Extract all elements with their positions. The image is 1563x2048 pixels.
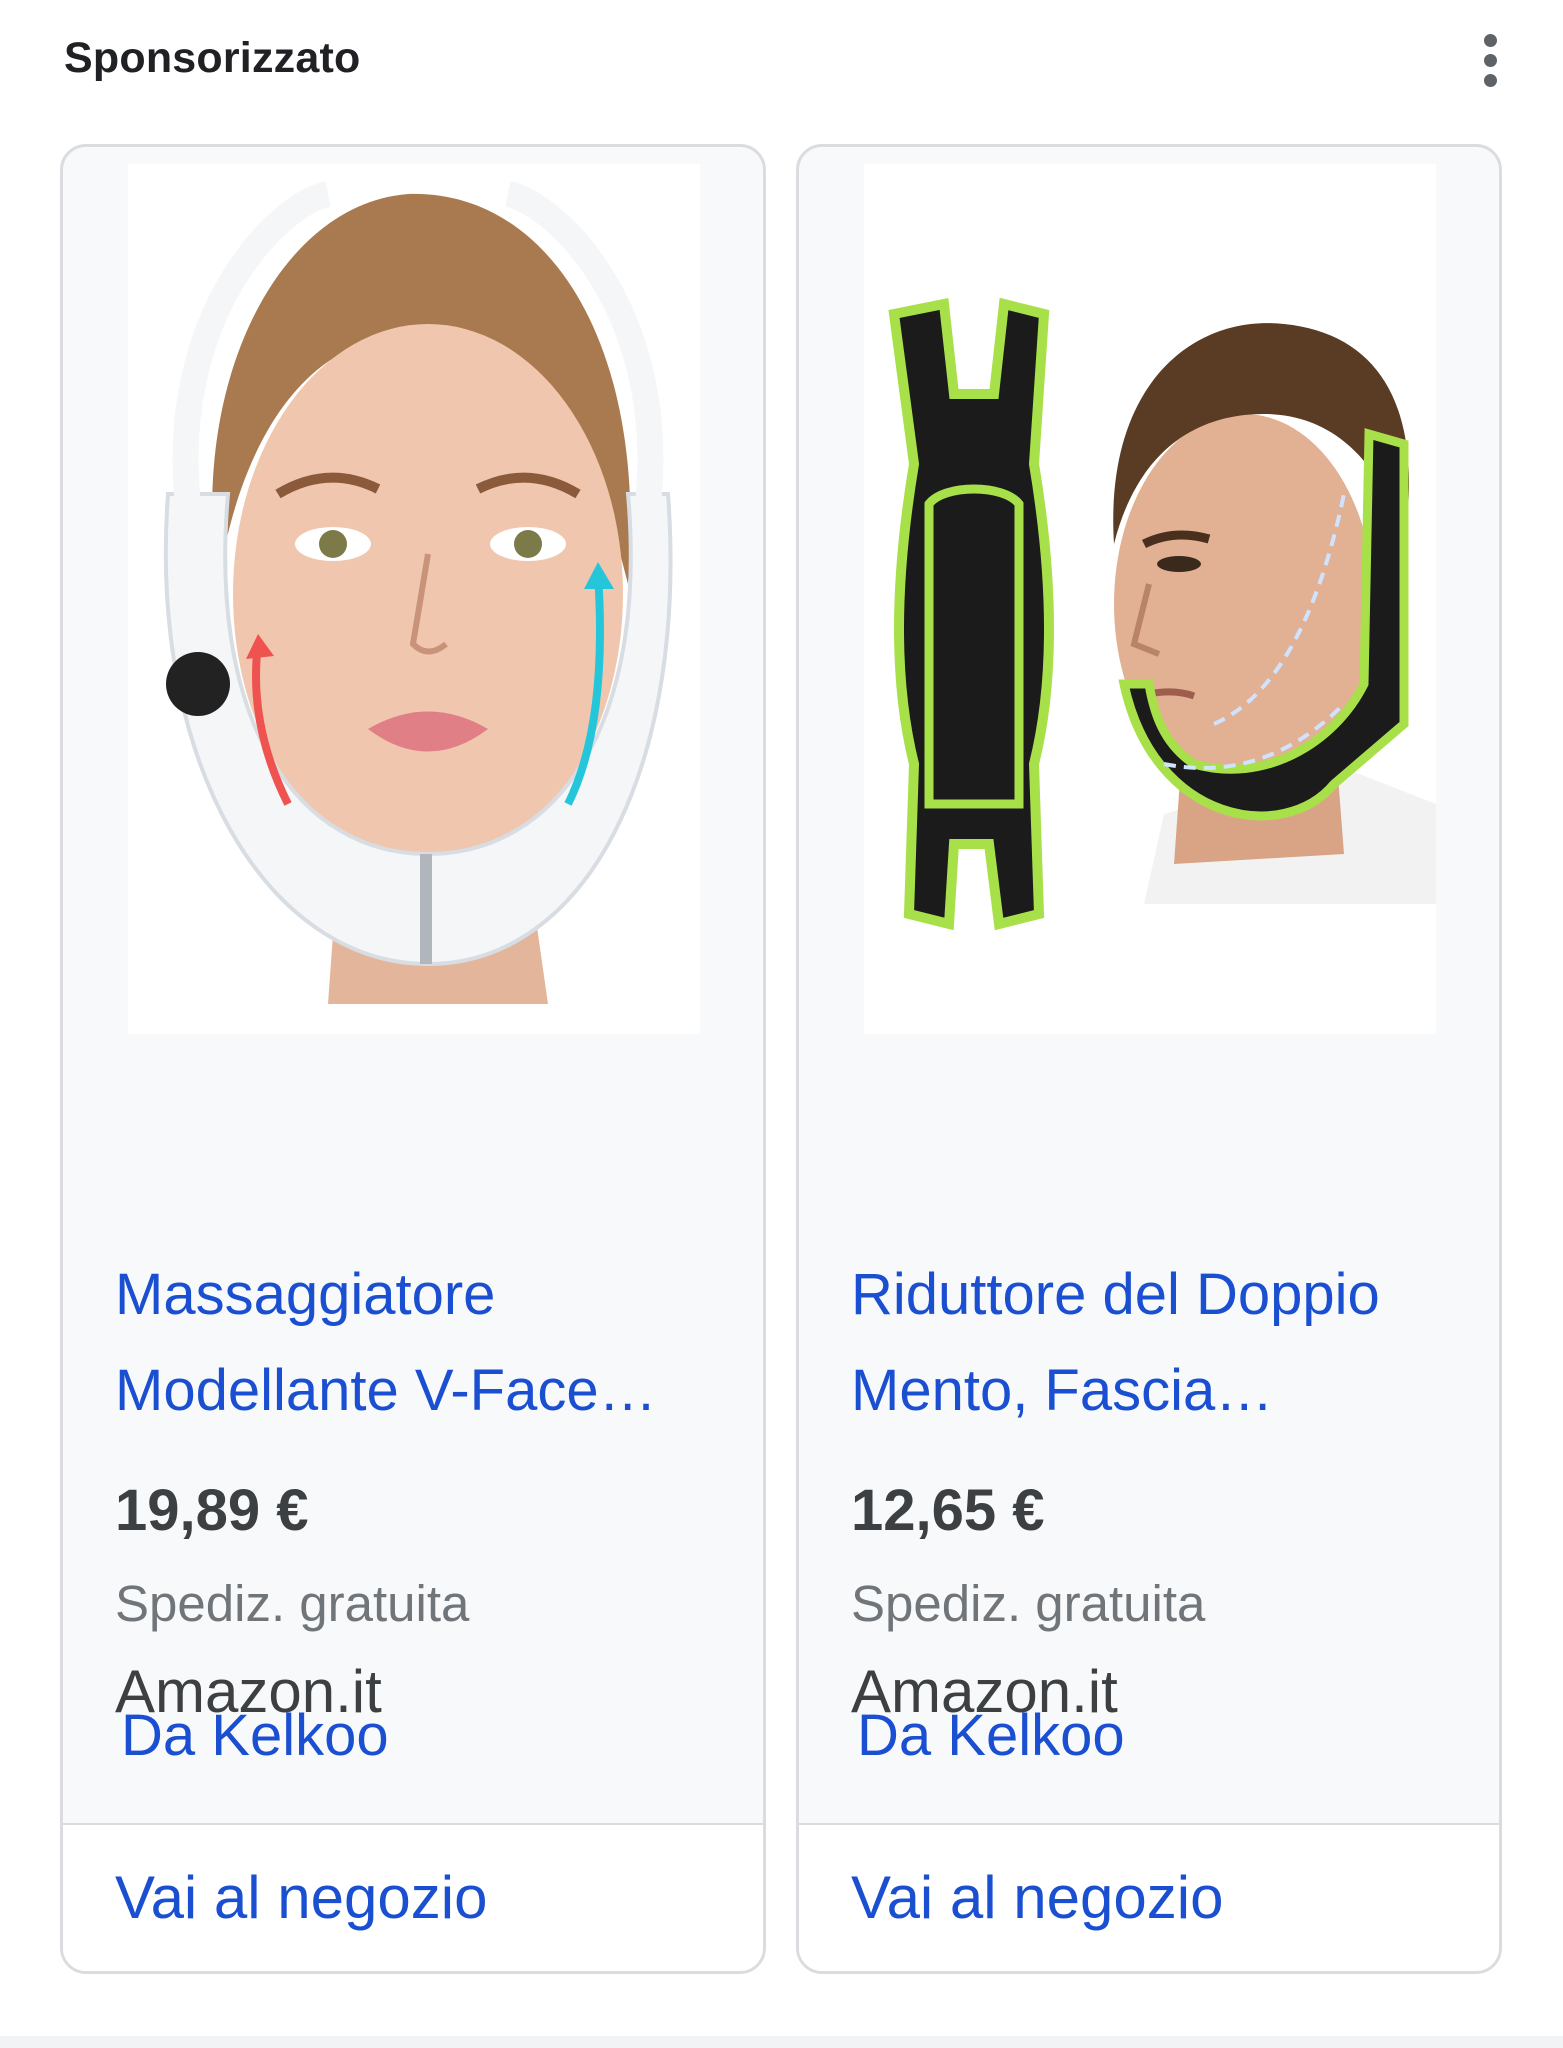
section-separator bbox=[0, 2036, 1563, 2048]
product-price: 12,65 € bbox=[851, 1478, 1045, 1543]
by-kelkoo-link[interactable]: Da Kelkoo bbox=[857, 1702, 1125, 1769]
go-to-store-label: Vai al negozio bbox=[115, 1864, 488, 1931]
shipping-info: Spediz. gratuita bbox=[115, 1575, 470, 1632]
menu-dot bbox=[1483, 53, 1497, 67]
product-title[interactable]: Riduttore del Doppio Mento, Fascia… bbox=[851, 1247, 1451, 1439]
more-vert-icon[interactable] bbox=[1468, 30, 1512, 90]
product-image[interactable] bbox=[864, 164, 1436, 1034]
go-to-store-label: Vai al negozio bbox=[851, 1864, 1224, 1931]
go-to-store-button[interactable]: Vai al negozio bbox=[63, 1825, 763, 1971]
ad-header: Sponsorizzato bbox=[64, 30, 1504, 94]
product-title-line: Modellante V-Face… bbox=[115, 1358, 657, 1423]
product-image[interactable] bbox=[128, 164, 700, 1034]
product-title-line: Riduttore del Doppio bbox=[851, 1262, 1380, 1327]
menu-dot bbox=[1483, 73, 1497, 87]
by-kelkoo-link[interactable]: Da Kelkoo bbox=[121, 1702, 389, 1769]
shipping-info: Spediz. gratuita bbox=[851, 1575, 1206, 1632]
menu-dot bbox=[1483, 33, 1497, 47]
product-title-line: Massaggiatore bbox=[115, 1262, 496, 1327]
product-title-line: Mento, Fascia… bbox=[851, 1358, 1274, 1423]
sponsored-label: Sponsorizzato bbox=[64, 34, 361, 82]
product-price: 19,89 € bbox=[115, 1478, 309, 1543]
product-card[interactable]: Massaggiatore Modellante V-Face… 19,89 €… bbox=[60, 144, 766, 1974]
go-to-store-button[interactable]: Vai al negozio bbox=[799, 1825, 1499, 1971]
product-card[interactable]: Riduttore del Doppio Mento, Fascia… 12,6… bbox=[796, 144, 1502, 1974]
product-title[interactable]: Massaggiatore Modellante V-Face… bbox=[115, 1247, 715, 1439]
